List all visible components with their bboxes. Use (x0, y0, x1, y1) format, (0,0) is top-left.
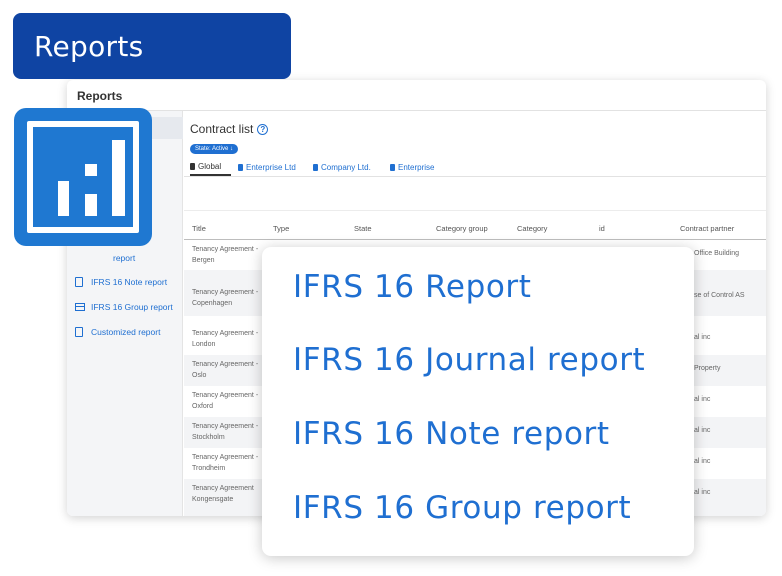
sidebar-item-report[interactable]: report (113, 253, 135, 263)
sidebar-item-label: report (113, 253, 136, 263)
building-icon (390, 163, 395, 171)
tab-enterprise[interactable]: Enterprise (390, 158, 434, 176)
tab-label: Global (198, 161, 222, 171)
document-icon (75, 327, 83, 337)
row-title: Tenancy Agreement - Bergen (192, 246, 259, 264)
row-title: Tenancy Agreement - Trondheim (192, 454, 259, 472)
chart-bar-medium (85, 194, 97, 216)
tab-label: Enterprise Ltd (246, 162, 296, 172)
row-contract-partner: se of Control AS (694, 292, 745, 299)
column-header-id[interactable]: id (599, 224, 605, 233)
tab-enterprise-ltd[interactable]: Enterprise Ltd (238, 158, 296, 176)
sidebar-item-label: IFRS 16 Note report (91, 277, 168, 287)
reports-badge-label: Reports (34, 29, 144, 63)
row-title: Tenancy Agreement - Copenhagen (192, 289, 259, 307)
sidebar-item-ifrs16-group-report[interactable]: IFRS 16 Group report (75, 302, 173, 312)
row-title: Tenancy Agreement - Oxford (192, 392, 259, 410)
row-contract-partner: al inc (694, 396, 711, 403)
chart-frame (27, 121, 139, 233)
company-tabs: Global Enterprise Ltd Company Ltd. Enter… (184, 158, 766, 176)
column-header-category[interactable]: Category (517, 224, 547, 233)
sidebar-item-ifrs16-note-report[interactable]: IFRS 16 Note report (75, 277, 167, 287)
chart-bar-dot-top (85, 164, 97, 176)
report-menu: IFRS 16 Report IFRS 16 Journal report IF… (262, 247, 694, 556)
menu-item-ifrs16-journal-report[interactable]: IFRS 16 Journal report (293, 342, 645, 378)
menu-item-ifrs16-group-report[interactable]: IFRS 16 Group report (293, 490, 631, 526)
row-contract-partner: al inc (694, 489, 711, 496)
column-header-title[interactable]: Title (192, 224, 206, 233)
menu-item-ifrs16-report[interactable]: IFRS 16 Report (293, 269, 532, 305)
row-title: Tenancy Agreement - Oslo (192, 361, 259, 379)
toolbar-divider (184, 210, 766, 211)
sidebar-item-label: Customized report (91, 327, 161, 337)
row-contract-partner: al inc (694, 427, 711, 434)
row-contract-partner: al inc (694, 334, 711, 341)
row-title: Tenancy Agreement - London (192, 330, 259, 348)
help-icon[interactable]: ? (257, 123, 269, 135)
tab-company-ltd[interactable]: Company Ltd. (313, 158, 371, 176)
column-header-category-group[interactable]: Category group (436, 224, 488, 233)
row-title: Tenancy Agreement - Stockholm (192, 423, 259, 441)
reports-chart-icon (14, 108, 152, 246)
contract-list-title-text: Contract list (190, 122, 254, 136)
contract-list-title: Contract list ? (190, 122, 269, 136)
row-contract-partner: Office Building (694, 250, 740, 257)
building-icon (190, 162, 195, 170)
tab-label: Enterprise (398, 162, 435, 172)
row-contract-partner: Property (694, 365, 721, 372)
row-title: Tenancy Agreement Kongensgate (192, 485, 254, 503)
tab-label: Company Ltd. (321, 162, 371, 172)
document-icon (75, 277, 83, 287)
state-filter-chip[interactable]: State: Active ↓ (190, 144, 239, 154)
reports-badge: Reports (13, 13, 291, 79)
column-header-type[interactable]: Type (273, 224, 289, 233)
chart-bar-short (58, 181, 69, 216)
building-icon (238, 163, 243, 171)
column-header-contract-partner[interactable]: Contract partner (680, 224, 734, 233)
column-header-state[interactable]: State (354, 224, 372, 233)
tabs-divider (184, 176, 766, 177)
sidebar-item-customized-report[interactable]: Customized report (75, 327, 160, 337)
row-contract-partner: al inc (694, 458, 711, 465)
window-title: Reports (77, 89, 123, 103)
building-icon (313, 163, 318, 171)
table-icon (75, 303, 85, 311)
sidebar-item-label: IFRS 16 Group report (91, 302, 173, 312)
menu-item-ifrs16-note-report[interactable]: IFRS 16 Note report (293, 416, 610, 452)
chart-bar-tall (112, 140, 125, 216)
tab-global[interactable]: Global (190, 158, 231, 176)
